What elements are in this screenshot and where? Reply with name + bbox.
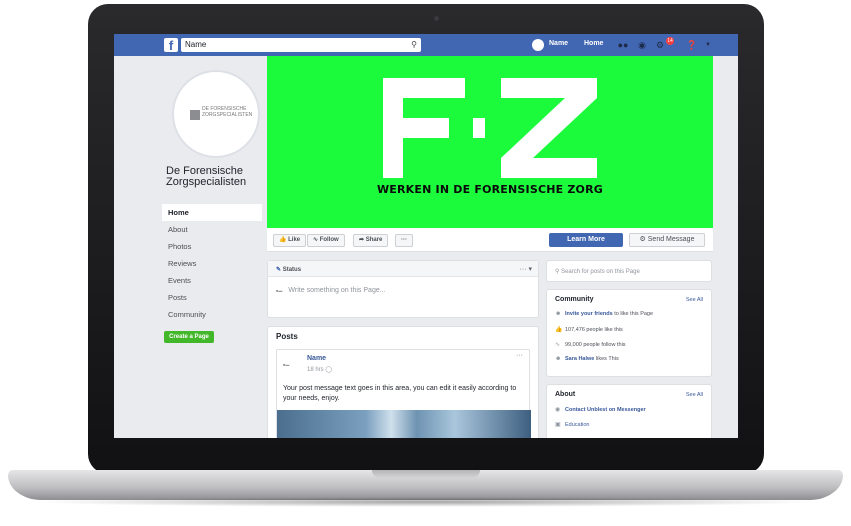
invite-text: to like this Page (612, 311, 654, 317)
search-icon[interactable]: ⚲ (411, 38, 417, 52)
status-composer: ✎ Status ··· ▾ ■▬ Write something on this… (267, 260, 539, 318)
cover-tagline: WERKEN IN DE FORENSISCHE ZORG (376, 183, 604, 196)
nav-item-events[interactable]: Events (162, 272, 262, 289)
messenger-row: ◉ Contact Unblest on Messenger (547, 402, 711, 417)
post-avatar[interactable]: ■▬ (283, 362, 289, 367)
page-profile-picture[interactable]: DE FORENSISCHE ZORGSPECIALISTEN (172, 70, 260, 158)
nav-item-reviews[interactable]: Reviews (162, 255, 262, 272)
follows-count: 99,000 people follow this (565, 342, 626, 348)
status-tab[interactable]: ✎ Status (268, 261, 538, 277)
fz-logo: FZ (383, 78, 597, 178)
post-menu-icon[interactable]: ··· (516, 352, 523, 359)
laptop-shadow (30, 497, 820, 507)
screen: f Name ⚲ Name Home ●● ◉ ⚙ 14 ❓ ▼ DE FORE… (114, 34, 738, 438)
send-message-button[interactable]: ⚙ Send Message (629, 233, 705, 247)
laptop-notch (372, 470, 480, 478)
invite-icon: ☻ (555, 311, 562, 317)
about-see-all[interactable]: See All (686, 392, 703, 398)
webcam (434, 16, 439, 21)
post-time-text: 18 hrs (307, 367, 324, 373)
invite-row: ☻ Invite your friends to like this Page (547, 307, 711, 322)
friends-icon[interactable]: ●● (617, 39, 629, 51)
laptop-mockup: f Name ⚲ Name Home ●● ◉ ⚙ 14 ❓ ▼ DE FORE… (0, 0, 851, 526)
follows-row: ∿ 99,000 people follow this (547, 337, 711, 352)
friend-link[interactable]: Sara Halwe (565, 356, 594, 362)
write-placeholder: Write something on this Page... (288, 287, 386, 294)
pencil-icon: ✎ (276, 267, 282, 273)
nav-item-home[interactable]: Home (162, 204, 262, 221)
notifications-icon[interactable]: ⚙ (654, 39, 666, 51)
status-label: Status (282, 267, 302, 273)
help-icon[interactable]: ❓ (686, 39, 698, 51)
page-search-placeholder: Search for posts on this Page (561, 269, 640, 275)
community-card: Community See All ☻ Invite your friends t… (546, 289, 712, 377)
page-logo-text: DE FORENSISCHE ZORGSPECIALISTEN (202, 106, 253, 118)
facebook-logo[interactable]: f (164, 38, 178, 53)
messenger-icon[interactable]: ◉ (636, 39, 648, 51)
likes-count: 107,476 people like this (565, 327, 623, 333)
post-author[interactable]: Name (307, 355, 326, 362)
search-icon: ⚲ (555, 269, 560, 275)
top-navbar: f Name ⚲ Name Home ●● ◉ ⚙ 14 ❓ ▼ (114, 34, 738, 56)
globe-icon: ◯ (325, 367, 333, 373)
page-action-bar: 👍 Like ∿ Follow ➦ Share ··· Learn More ⚙… (267, 228, 713, 252)
invite-link[interactable]: Invite your friends (565, 311, 613, 317)
like-icon: 👍 (555, 327, 563, 333)
message-icon: ⚙ (639, 236, 646, 243)
page-search[interactable]: ⚲ Search for posts on this Page (546, 260, 712, 282)
like-label: Like (288, 237, 301, 243)
friend-text: likes This (594, 356, 619, 362)
likes-row: 👍 107,476 people like this (547, 322, 711, 337)
follow-button[interactable]: ∿ Follow (307, 234, 345, 247)
home-link[interactable]: Home (584, 40, 603, 47)
nav-item-about[interactable]: About (162, 221, 262, 238)
more-button[interactable]: ··· (395, 234, 413, 247)
posts-section: Posts ■▬ Name 18 hrs ◯ ··· Your post mes… (267, 326, 539, 438)
messenger-icon: ◉ (555, 407, 561, 413)
composer-menu-icon[interactable]: ··· ▾ (520, 265, 532, 273)
page-title[interactable]: De Forensische Zorgspecialisten (166, 166, 276, 188)
like-button[interactable]: 👍 Like (273, 234, 307, 247)
posts-heading: Posts (276, 332, 298, 341)
post-text: Your post message text goes in this area… (283, 385, 517, 402)
post-image[interactable] (277, 410, 531, 438)
cover-photo[interactable]: FZ WERKEN IN DE FORENSISCHE ZORG (267, 56, 713, 228)
nav-item-community[interactable]: Community (162, 306, 262, 323)
category-row: ▣ Education (547, 417, 711, 432)
create-page-button[interactable]: Create a Page (164, 331, 214, 343)
friend-row: ☻ Sara Halwe likes This (547, 352, 711, 367)
nav-item-photos[interactable]: Photos (162, 238, 262, 255)
search-value: Name (185, 40, 207, 49)
learn-more-button[interactable]: Learn More (549, 233, 623, 247)
chevron-down-icon[interactable]: ▼ (702, 39, 714, 51)
messenger-link[interactable]: Contact Unblest on Messenger (565, 407, 646, 413)
page-logo-mark (190, 110, 200, 120)
post-timestamp[interactable]: 18 hrs ◯ (307, 366, 332, 373)
nav-item-posts[interactable]: Posts (162, 289, 262, 306)
send-message-label: Send Message (647, 236, 695, 243)
avatar[interactable] (532, 39, 544, 51)
share-label: Share (365, 237, 383, 243)
search-input[interactable]: Name ⚲ (181, 38, 421, 52)
friends-icon: ☻ (555, 356, 562, 362)
about-card: About See All ◉ Contact Unblest on Messen… (546, 384, 712, 438)
profile-link[interactable]: Name (549, 40, 568, 47)
post-card: ■▬ Name 18 hrs ◯ ··· Your post message t… (276, 349, 531, 438)
page-search-input[interactable]: ⚲ Search for posts on this Page (547, 261, 711, 282)
write-post-input[interactable]: ■▬ Write something on this Page... (268, 277, 538, 304)
category-icon: ▣ (555, 422, 561, 428)
share-button[interactable]: ➦ Share (353, 234, 389, 247)
follow-icon: ∿ (555, 342, 561, 348)
left-nav: Home About Photos Reviews Events Posts C… (162, 204, 262, 323)
follow-label: Follow (319, 237, 339, 243)
community-see-all[interactable]: See All (686, 297, 703, 303)
mini-logo-icon: ■▬ (276, 288, 283, 293)
category-link[interactable]: Education (565, 422, 589, 428)
notification-badge: 14 (666, 37, 674, 45)
